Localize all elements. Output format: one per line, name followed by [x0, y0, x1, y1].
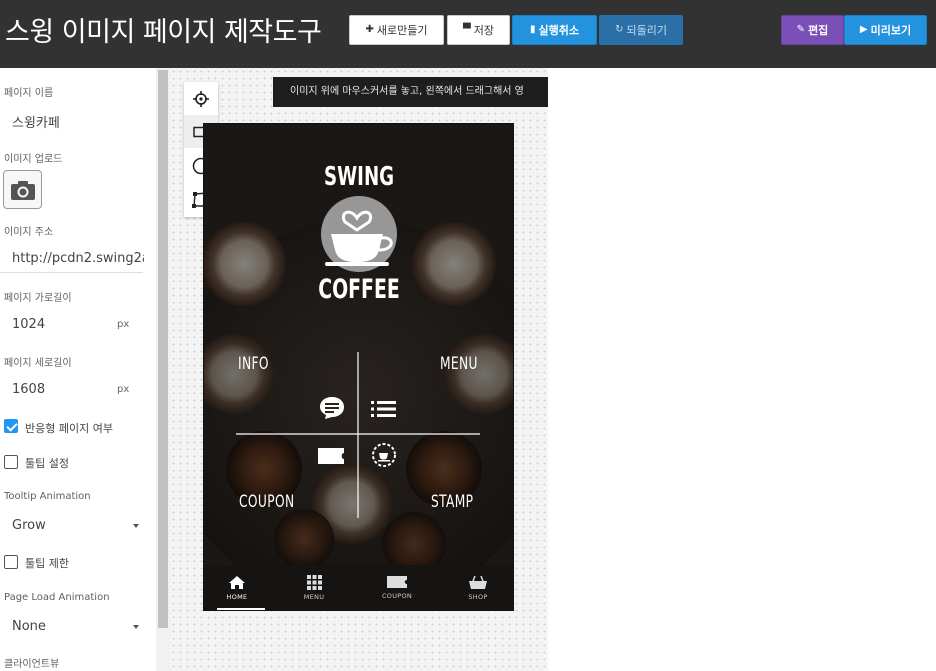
select-tool[interactable]	[184, 82, 218, 115]
page-height-label: 페이지 세로길이	[4, 358, 72, 369]
tooltip-setting-checkbox[interactable]	[4, 455, 18, 469]
brand-swing: SWING	[324, 162, 395, 192]
coffee-cup-logo-icon	[325, 210, 393, 266]
bottom-tab-bar: HOME MENU COUPON SHOP	[204, 565, 513, 610]
edit-button[interactable]: ✎ 편집	[781, 15, 844, 45]
redo-icon: ↻	[615, 24, 624, 35]
crosshair-icon	[193, 90, 209, 107]
tooltip-animation-select[interactable]: Grow	[12, 518, 46, 533]
list-icon	[371, 401, 396, 417]
chat-bubble-icon	[320, 397, 344, 419]
page-name-label: 페이지 이름	[4, 88, 54, 99]
canvas-hint: 이미지 위에 마우스커서를 놓고, 왼쪽에서 드래그해서 영	[273, 77, 548, 107]
edit-icon: ✎	[796, 24, 806, 35]
stamp-label[interactable]: STAMP	[431, 492, 473, 512]
stamp-icon	[372, 443, 396, 467]
chevron-down-icon[interactable]	[133, 625, 139, 629]
client-view-label: 클라이언트뷰	[4, 659, 60, 670]
save-icon: ▀	[463, 24, 471, 35]
tab-shop[interactable]: SHOP	[448, 565, 508, 610]
basket-icon	[469, 575, 487, 589]
tab-coupon-label: COUPON	[381, 592, 413, 600]
tab-home-label: HOME	[226, 592, 248, 601]
page-name-input[interactable]: 스윙카페	[12, 112, 60, 131]
responsive-label: 반응형 페이지 여부	[25, 422, 113, 435]
canvas-blank-area	[548, 68, 936, 671]
top-header: 스윙 이미지 페이지 제작도구 ✚ 새로만들기 ▀ 저장 ▮ 실행취소 ↻ 되돌…	[0, 0, 936, 68]
image-upload-button[interactable]	[3, 170, 42, 209]
edit-button-label: 편집	[808, 24, 829, 37]
tab-menu-label: MENU	[303, 592, 325, 601]
tab-shop-label: SHOP	[468, 592, 488, 601]
tooltip-limit-checkbox[interactable]	[4, 555, 18, 569]
info-label[interactable]: INFO	[238, 354, 269, 374]
save-button-label: 저장	[473, 24, 494, 37]
page-width-label: 페이지 가로길이	[4, 293, 72, 304]
play-icon: ▶	[859, 24, 868, 35]
responsive-checkbox[interactable]	[4, 419, 18, 433]
tooltip-setting-label: 툴팁 설정	[25, 457, 69, 470]
tab-menu[interactable]: MENU	[284, 565, 344, 610]
ticket-icon	[387, 576, 407, 588]
new-button[interactable]: ✚ 새로만들기	[349, 15, 444, 45]
redo-button-label: 되돌리기	[626, 24, 667, 37]
tooltip-animation-label: Tooltip Animation	[4, 491, 91, 502]
undo-button[interactable]: ▮ 실행취소	[512, 15, 597, 45]
chevron-down-icon[interactable]	[133, 524, 139, 528]
menu-label[interactable]: MENU	[440, 354, 478, 374]
trash-icon: ▮	[530, 24, 536, 35]
save-button[interactable]: ▀ 저장	[447, 15, 510, 45]
page-load-animation-label: Page Load Animation	[4, 592, 110, 603]
app-title: 스윙 이미지 페이지 제작도구	[5, 17, 322, 48]
home-icon	[229, 575, 245, 589]
image-url-underline	[0, 272, 143, 273]
image-url-input[interactable]: http://pcdn2.swing2a	[12, 251, 144, 266]
preview-button-label: 미리보기	[870, 24, 912, 37]
page-load-animation-select[interactable]: None	[12, 619, 46, 634]
brand-coffee: COFFEE	[318, 274, 400, 305]
image-upload-label: 이미지 업로드	[4, 154, 63, 165]
camera-icon	[10, 180, 35, 200]
tab-active-indicator	[217, 608, 265, 610]
tab-coupon[interactable]: COUPON	[367, 565, 427, 610]
page-width-unit: px	[117, 319, 130, 330]
sidebar-scrollbar-thumb[interactable]	[158, 70, 168, 628]
grid-icon	[306, 574, 322, 590]
settings-sidebar: 페이지 이름 스윙카페 이미지 업로드 이미지 주소 http://pcdn2.…	[0, 68, 156, 671]
image-url-label: 이미지 주소	[4, 227, 54, 238]
page-preview-image[interactable]: SWING COFFEE INFO MENU COUPON STAMP HOME…	[203, 123, 514, 611]
plus-icon: ✚	[365, 24, 374, 35]
tooltip-limit-label: 툴팁 제한	[25, 557, 69, 570]
coupon-label[interactable]: COUPON	[239, 492, 294, 512]
undo-button-label: 실행취소	[538, 24, 579, 37]
page-width-input[interactable]: 1024	[12, 317, 45, 332]
page-height-unit: px	[117, 384, 130, 395]
redo-button[interactable]: ↻ 되돌리기	[599, 15, 683, 45]
new-button-label: 새로만들기	[376, 24, 428, 37]
preview-button[interactable]: ▶ 미리보기	[844, 15, 927, 45]
coupon-icon	[318, 448, 344, 464]
tab-home[interactable]: HOME	[207, 565, 267, 610]
page-height-input[interactable]: 1608	[12, 382, 45, 397]
